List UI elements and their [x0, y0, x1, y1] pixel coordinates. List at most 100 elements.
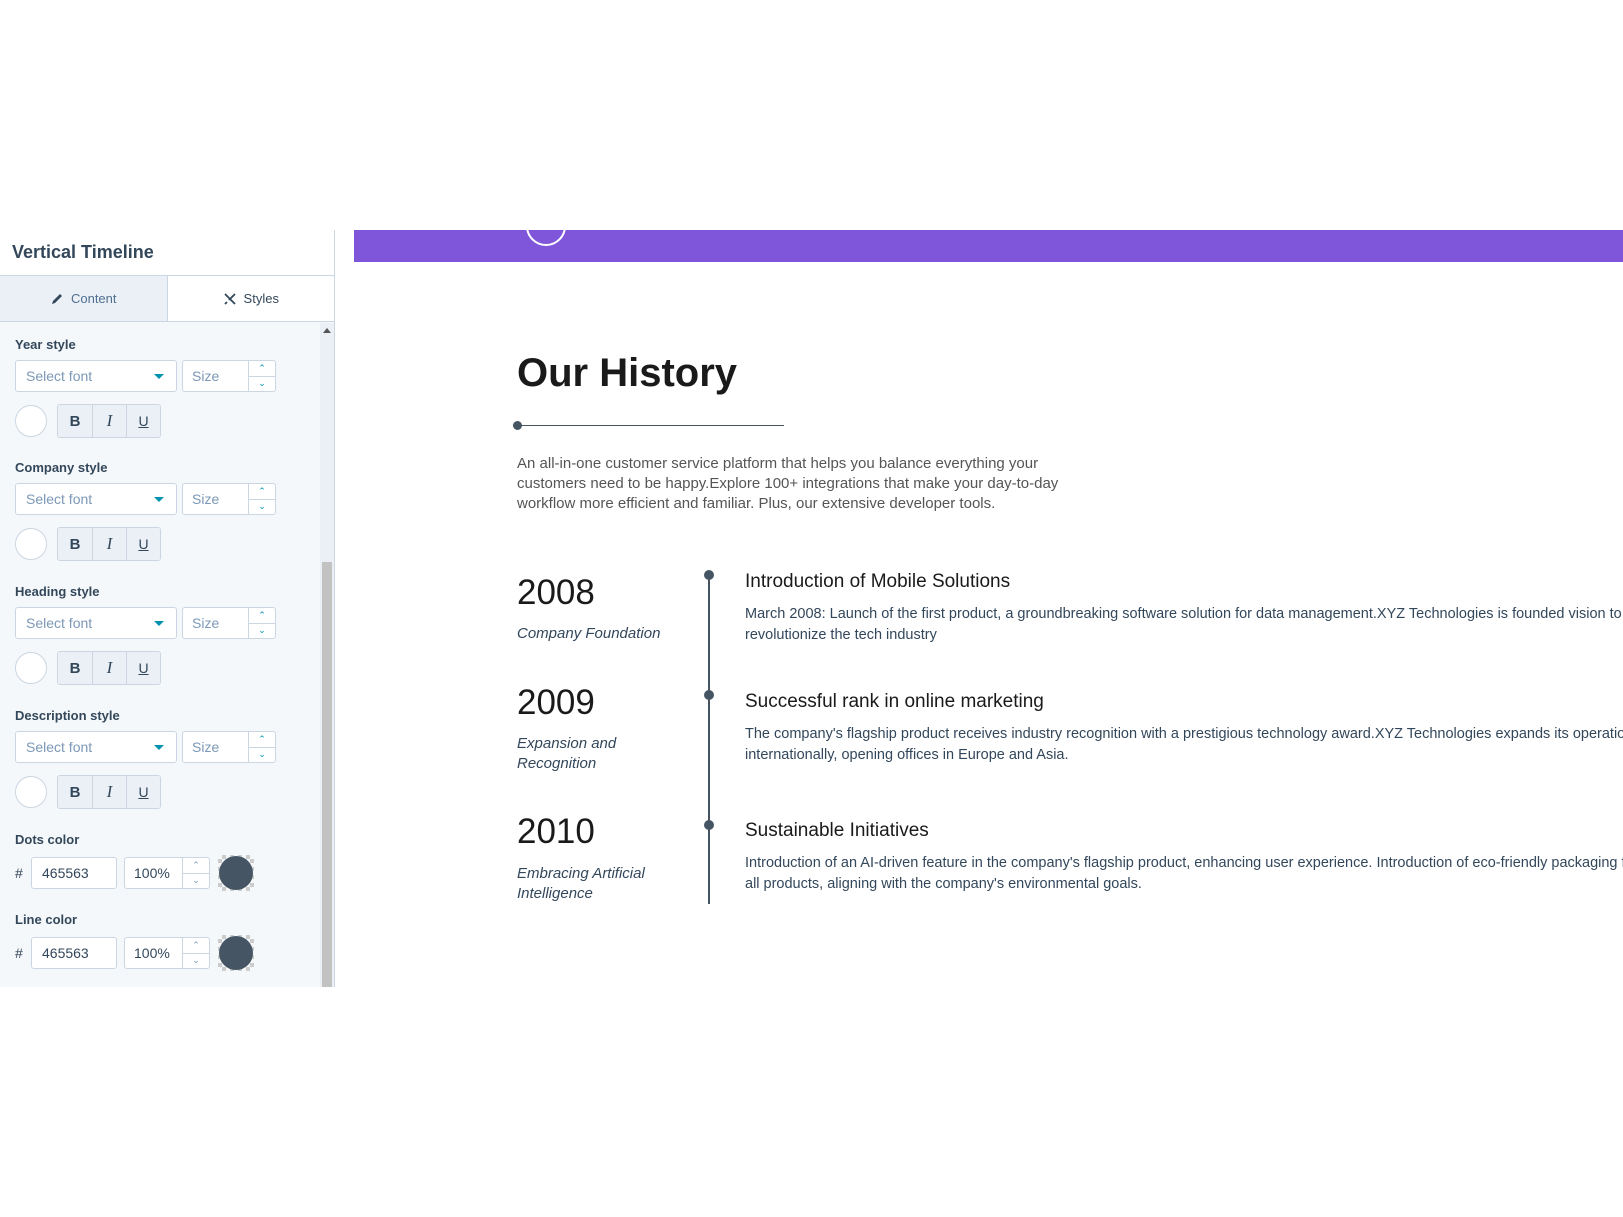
- year-font-select[interactable]: Select font: [15, 360, 177, 392]
- heading-format-buttons: B I U: [57, 651, 161, 685]
- line-opacity-input[interactable]: 100%: [125, 938, 182, 968]
- description-size-field[interactable]: Size ⌃ ⌄: [182, 731, 276, 763]
- tab-content-label: Content: [70, 291, 117, 306]
- stepper-up-icon[interactable]: ⌃: [249, 484, 275, 499]
- stepper-up-icon[interactable]: ⌃: [249, 608, 275, 623]
- description-format-buttons: B I U: [57, 775, 161, 809]
- company-style-group: Company style Select font Size ⌃ ⌄ B I U: [15, 460, 305, 561]
- company-color-picker[interactable]: [15, 528, 47, 560]
- timeline-heading: Introduction of Mobile Solutions: [745, 571, 1011, 592]
- italic-button[interactable]: I: [92, 405, 126, 437]
- bold-button[interactable]: B: [58, 776, 92, 808]
- hash-symbol: #: [15, 945, 23, 961]
- underline-button[interactable]: U: [126, 652, 160, 684]
- heading-font-select[interactable]: Select font: [15, 607, 177, 639]
- stepper-up-icon[interactable]: ⌃: [183, 938, 209, 953]
- chevron-down-icon: [154, 373, 164, 379]
- company-font-placeholder: Select font: [26, 491, 93, 507]
- heading-style-group: Heading style Select font Size ⌃ ⌄ B I U: [15, 584, 305, 685]
- tab-styles[interactable]: Styles: [167, 276, 334, 321]
- pencil-icon: [51, 293, 62, 304]
- scrollbar-thumb[interactable]: [322, 562, 332, 987]
- stepper-down-icon[interactable]: ⌄: [249, 746, 275, 763]
- timeline-dot: [704, 820, 714, 830]
- stepper-down-icon[interactable]: ⌄: [249, 622, 275, 639]
- timeline-company: Embracing Artificial Intelligence: [517, 865, 645, 902]
- description-color-picker[interactable]: [15, 776, 47, 808]
- panel-tabs: Content Styles: [0, 276, 334, 322]
- underline-button[interactable]: U: [126, 405, 160, 437]
- panel-title: Vertical Timeline: [12, 242, 154, 262]
- stepper-up-icon[interactable]: ⌃: [183, 858, 209, 873]
- year-size-stepper: ⌃ ⌄: [248, 361, 275, 391]
- dots-opacity-input[interactable]: 100%: [125, 858, 182, 888]
- stepper-up-icon[interactable]: ⌃: [249, 361, 275, 376]
- description-size-stepper: ⌃ ⌄: [248, 732, 275, 762]
- stepper-down-icon[interactable]: ⌄: [183, 952, 209, 969]
- timeline-description: The company's flagship product receives …: [745, 726, 1623, 763]
- year-size-field[interactable]: Size ⌃ ⌄: [182, 360, 276, 392]
- year-style-label: Year style: [15, 337, 76, 352]
- year-font-placeholder: Select font: [26, 368, 93, 384]
- bold-button[interactable]: B: [58, 528, 92, 560]
- heading-size-input[interactable]: Size: [183, 608, 248, 638]
- line-color-group: Line color # 465563 100% ⌃ ⌄: [15, 912, 305, 971]
- dots-color-hex-input[interactable]: 465563: [31, 857, 117, 889]
- timeline-year: 2009: [517, 683, 595, 722]
- timeline-dot: [704, 570, 714, 580]
- underline-button[interactable]: U: [126, 776, 160, 808]
- heading-size-field[interactable]: Size ⌃ ⌄: [182, 607, 276, 639]
- italic-button[interactable]: I: [92, 652, 126, 684]
- dots-color-swatch: [219, 856, 253, 890]
- header-banner: [354, 230, 1623, 262]
- bold-button[interactable]: B: [58, 405, 92, 437]
- chevron-down-icon: [154, 496, 164, 502]
- year-color-picker[interactable]: [15, 405, 47, 437]
- heading-style-label: Heading style: [15, 584, 100, 599]
- timeline-year: 2010: [517, 812, 595, 851]
- line-opacity-field[interactable]: 100% ⌃ ⌄: [124, 937, 210, 969]
- dots-opacity-field[interactable]: 100% ⌃ ⌄: [124, 857, 210, 889]
- line-opacity-stepper: ⌃ ⌄: [182, 938, 209, 968]
- bold-button[interactable]: B: [58, 652, 92, 684]
- company-font-select[interactable]: Select font: [15, 483, 177, 515]
- title-divider: [514, 425, 784, 426]
- dots-color-swatch-button[interactable]: [218, 855, 254, 891]
- stepper-down-icon[interactable]: ⌄: [249, 498, 275, 515]
- chevron-down-icon: [154, 620, 164, 626]
- underline-button[interactable]: U: [126, 528, 160, 560]
- dots-opacity-stepper: ⌃ ⌄: [182, 858, 209, 888]
- dots-color-label: Dots color: [15, 832, 80, 847]
- timeline-description: March 2008: Launch of the first product,…: [745, 606, 1622, 643]
- description-font-select[interactable]: Select font: [15, 731, 177, 763]
- timeline-year: 2008: [517, 573, 595, 612]
- scroll-up-arrow-icon[interactable]: [323, 328, 331, 333]
- logo-icon: [526, 230, 566, 246]
- timeline-description: Introduction of an AI-driven feature in …: [745, 855, 1623, 892]
- tab-content[interactable]: Content: [0, 276, 168, 321]
- description-size-input[interactable]: Size: [183, 732, 248, 762]
- company-format-buttons: B I U: [57, 527, 161, 561]
- heading-color-picker[interactable]: [15, 652, 47, 684]
- stepper-down-icon[interactable]: ⌄: [183, 872, 209, 889]
- timeline-line: [708, 574, 710, 904]
- line-color-swatch-button[interactable]: [218, 935, 254, 971]
- timeline-company: Company Foundation: [517, 625, 661, 642]
- timeline-company: Expansion and Recognition: [517, 735, 617, 772]
- company-size-field[interactable]: Size ⌃ ⌄: [182, 483, 276, 515]
- year-style-group: Year style Select font Size ⌃ ⌄ B I U: [15, 337, 305, 438]
- line-color-swatch: [219, 936, 253, 970]
- title-divider-dot: [513, 421, 522, 430]
- section-title: Our History: [517, 351, 738, 395]
- company-size-input[interactable]: Size: [183, 484, 248, 514]
- timeline-dot: [704, 690, 714, 700]
- timeline-preview: Our History An all-in-one customer servi…: [354, 230, 1623, 987]
- year-size-input[interactable]: Size: [183, 361, 248, 391]
- italic-button[interactable]: I: [92, 528, 126, 560]
- line-color-hex-input[interactable]: 465563: [31, 937, 117, 969]
- italic-button[interactable]: I: [92, 776, 126, 808]
- hash-symbol: #: [15, 865, 23, 881]
- chevron-down-icon: [154, 744, 164, 750]
- stepper-up-icon[interactable]: ⌃: [249, 732, 275, 747]
- stepper-down-icon[interactable]: ⌄: [249, 375, 275, 392]
